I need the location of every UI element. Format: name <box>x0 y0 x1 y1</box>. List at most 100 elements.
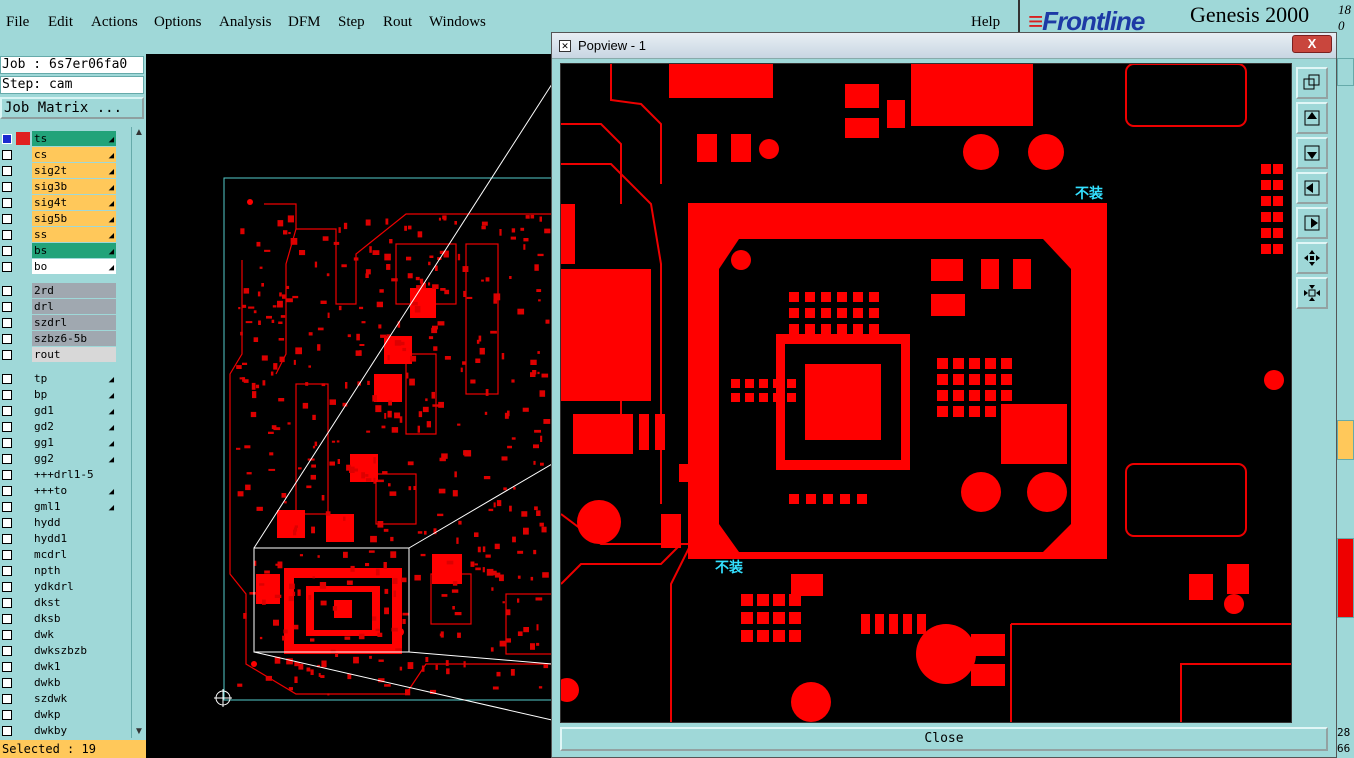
layer-row-sig4t[interactable]: sig4t ◢ <box>0 195 116 211</box>
pan-right-button[interactable] <box>1296 207 1328 239</box>
layer-checkbox[interactable] <box>2 678 12 688</box>
layer-checkbox[interactable] <box>2 550 12 560</box>
layer-checkbox[interactable] <box>2 286 12 296</box>
layer-row-gd1[interactable]: gd1 ◢ <box>0 403 116 419</box>
layer-row-gd2[interactable]: gd2 ◢ <box>0 419 116 435</box>
pan-left-button[interactable] <box>1296 172 1328 204</box>
layer-checkbox[interactable] <box>2 246 12 256</box>
layer-checkbox[interactable] <box>2 422 12 432</box>
scroll-down-icon[interactable]: ▼ <box>133 726 145 738</box>
layer-checkbox[interactable] <box>2 198 12 208</box>
layer-row-bp[interactable]: bp ◢ <box>0 387 116 403</box>
graphic-canvas[interactable] <box>146 54 552 758</box>
layer-checkbox[interactable] <box>2 262 12 272</box>
layer-checkbox[interactable] <box>2 134 12 144</box>
layer-row-drl[interactable]: drl <box>0 299 116 315</box>
pan-down-button[interactable] <box>1296 137 1328 169</box>
layer-checkbox[interactable] <box>2 166 12 176</box>
layer-row-2rd[interactable]: 2rd <box>0 283 116 299</box>
layer-checkbox[interactable] <box>2 406 12 416</box>
popview-canvas[interactable]: 不装 不装 <box>560 63 1292 723</box>
layer-checkbox[interactable] <box>2 502 12 512</box>
layer-row-bo[interactable]: bo ◢ <box>0 259 116 275</box>
layer-list-scrollbar[interactable]: ▲ ▼ <box>131 127 145 738</box>
layer-row-hydd1[interactable]: hydd1 <box>0 531 116 547</box>
menu-analysis[interactable]: Analysis <box>219 14 272 31</box>
layer-checkbox[interactable] <box>2 230 12 240</box>
layer-row-+++to[interactable]: +++to ◢ <box>0 483 116 499</box>
layer-checkbox[interactable] <box>2 350 12 360</box>
zoom-home-button[interactable] <box>1296 67 1328 99</box>
layer-row-npth[interactable]: npth <box>0 563 116 579</box>
menu-actions[interactable]: Actions <box>91 14 138 31</box>
layer-row-+++drl1-5[interactable]: +++drl1-5 <box>0 467 116 483</box>
layer-checkbox[interactable] <box>2 438 12 448</box>
layer-checkbox[interactable] <box>2 694 12 704</box>
layer-row-szbz6-5b[interactable]: szbz6-5b <box>0 331 116 347</box>
layer-row-dwkb[interactable]: dwkb <box>0 675 116 691</box>
layer-row-gg1[interactable]: gg1 ◢ <box>0 435 116 451</box>
layer-checkbox[interactable] <box>2 726 12 736</box>
menu-windows[interactable]: Windows <box>429 14 486 31</box>
layer-checkbox[interactable] <box>2 582 12 592</box>
layer-row-hydd[interactable]: hydd <box>0 515 116 531</box>
window-close-button[interactable]: X <box>1292 35 1332 53</box>
menu-options[interactable]: Options <box>154 14 202 31</box>
layer-row-sig5b[interactable]: sig5b ◢ <box>0 211 116 227</box>
layer-row-cs[interactable]: cs ◢ <box>0 147 116 163</box>
menu-rout[interactable]: Rout <box>383 14 412 31</box>
layer-row-dksb[interactable]: dksb <box>0 611 116 627</box>
layer-row-bs[interactable]: bs ◢ <box>0 243 116 259</box>
layer-checkbox[interactable] <box>2 630 12 640</box>
pan-up-button[interactable] <box>1296 102 1328 134</box>
right-strip-button[interactable] <box>1337 58 1354 86</box>
layer-checkbox[interactable] <box>2 454 12 464</box>
layer-row-szdwk[interactable]: szdwk <box>0 691 116 707</box>
layer-checkbox[interactable] <box>2 614 12 624</box>
layer-row-ts[interactable]: ts ◢ <box>0 131 116 147</box>
zoom-out-button[interactable] <box>1296 277 1328 309</box>
layer-checkbox[interactable] <box>2 334 12 344</box>
layer-row-szdrl[interactable]: szdrl <box>0 315 116 331</box>
layer-row-ydkdrl[interactable]: ydkdrl <box>0 579 116 595</box>
layer-checkbox[interactable] <box>2 182 12 192</box>
layer-row-tp[interactable]: tp ◢ <box>0 371 116 387</box>
zoom-in-button[interactable] <box>1296 242 1328 274</box>
layer-checkbox[interactable] <box>2 518 12 528</box>
layer-row-mcdrl[interactable]: mcdrl <box>0 547 116 563</box>
close-button[interactable]: Close <box>560 727 1328 751</box>
layer-checkbox[interactable] <box>2 662 12 672</box>
layer-checkbox[interactable] <box>2 566 12 576</box>
layer-row-rout[interactable]: rout <box>0 347 116 363</box>
layer-checkbox[interactable] <box>2 214 12 224</box>
layer-row-gg2[interactable]: gg2 ◢ <box>0 451 116 467</box>
layer-row-dwkby[interactable]: dwkby <box>0 723 116 739</box>
layer-row-dwkszbzb[interactable]: dwkszbzb <box>0 643 116 659</box>
layer-checkbox[interactable] <box>2 318 12 328</box>
job-matrix-button[interactable]: Job Matrix ... <box>0 97 144 119</box>
layer-checkbox[interactable] <box>2 150 12 160</box>
layer-row-dkst[interactable]: dkst <box>0 595 116 611</box>
layer-row-dwk1[interactable]: dwk1 <box>0 659 116 675</box>
layer-checkbox[interactable] <box>2 534 12 544</box>
menu-step[interactable]: Step <box>338 14 365 31</box>
layer-row-gml1[interactable]: gml1 ◢ <box>0 499 116 515</box>
layer-row-sig2t[interactable]: sig2t ◢ <box>0 163 116 179</box>
menu-file[interactable]: File <box>6 14 29 31</box>
layer-checkbox[interactable] <box>2 470 12 480</box>
popview-titlebar[interactable]: ✕ Popview - 1 X <box>552 33 1336 59</box>
layer-checkbox[interactable] <box>2 710 12 720</box>
layer-row-dwkp[interactable]: dwkp <box>0 707 116 723</box>
layer-checkbox[interactable] <box>2 486 12 496</box>
layer-checkbox[interactable] <box>2 646 12 656</box>
layer-row-dwk[interactable]: dwk <box>0 627 116 643</box>
menu-edit[interactable]: Edit <box>48 14 73 31</box>
layer-checkbox[interactable] <box>2 374 12 384</box>
layer-row-ss[interactable]: ss ◢ <box>0 227 116 243</box>
menu-dfm[interactable]: DFM <box>288 14 321 31</box>
scroll-up-icon[interactable]: ▲ <box>133 127 145 139</box>
layer-checkbox[interactable] <box>2 598 12 608</box>
menu-help[interactable]: Help <box>971 14 1000 31</box>
layer-row-sig3b[interactable]: sig3b ◢ <box>0 179 116 195</box>
layer-checkbox[interactable] <box>2 390 12 400</box>
